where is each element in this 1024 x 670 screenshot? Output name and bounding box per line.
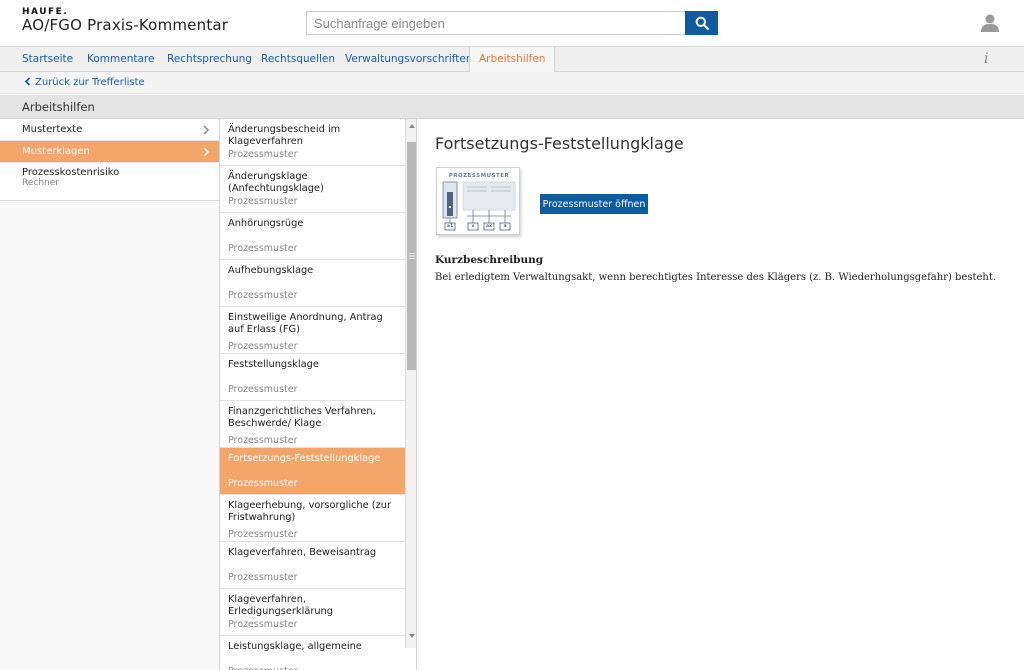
list-item-title: Klageverfahren, Beweisantrag xyxy=(228,547,377,558)
nav-rechtsprechung[interactable]: Rechtsprechung xyxy=(167,47,252,72)
chevron-right-icon xyxy=(203,147,210,157)
section-title: Arbeitshilfen xyxy=(22,100,95,114)
list-item[interactable]: Feststellungsklage Prozessmuster xyxy=(220,354,405,401)
user-icon[interactable] xyxy=(980,13,1000,33)
list-item-title: Feststellungsklage xyxy=(228,359,319,370)
list-item[interactable]: Aufhebungsklage Prozessmuster xyxy=(220,260,405,307)
list-item-type: Prozessmuster xyxy=(228,341,298,352)
chevron-left-icon xyxy=(24,77,31,86)
document-title: Fortsetzungs-Feststellungklage xyxy=(435,134,684,153)
summary-heading: Kurzbeschreibung xyxy=(435,254,544,266)
list-item-type: Prozessmuster xyxy=(228,435,298,446)
search-button[interactable] xyxy=(685,11,718,35)
scroll-thumb[interactable] xyxy=(407,142,416,370)
main-navigation: Startseite Kommentare Rechtsprechung Rec… xyxy=(0,46,1024,72)
scroll-up-arrow-icon[interactable] xyxy=(406,121,417,131)
list-item-type: Prozessmuster xyxy=(228,619,298,630)
list-item-title: Änderungsbescheid im Klageverfahren xyxy=(228,124,341,147)
nav-rechtsquellen[interactable]: Rechtsquellen xyxy=(261,47,335,72)
search-input[interactable] xyxy=(306,11,686,35)
back-link-label: Zurück zur Trefferliste xyxy=(35,77,145,88)
list-item[interactable]: Einstweilige Anordnung, Antrag auf Erlas… xyxy=(220,307,405,354)
document-list: Änderungsbescheid im Klageverfahren Proz… xyxy=(219,119,417,670)
category-mustertexte[interactable]: Mustertexte xyxy=(0,119,219,141)
nav-arbeitshilfen[interactable]: Arbeitshilfen xyxy=(469,47,556,72)
list-item[interactable]: Klageverfahren, Beweisantrag Prozessmust… xyxy=(220,542,405,589)
document-detail: Fortsetzungs-Feststellungklage PROZESSMU… xyxy=(418,119,1024,670)
thumb-box-label: ax xyxy=(486,224,492,229)
list-item[interactable]: Änderungsbescheid im Klageverfahren Proz… xyxy=(220,119,405,166)
document-thumbnail[interactable]: PROZESSMUSTER a1 x ax a xyxy=(436,167,520,235)
nav-kommentare[interactable]: Kommentare xyxy=(87,47,154,72)
list-item[interactable]: Klageverfahren, Erledigungserklärung Pro… xyxy=(220,589,405,636)
search-bar xyxy=(306,11,718,35)
list-item[interactable]: Finanzgerichtliches Verfahren, Beschwerd… xyxy=(220,401,405,448)
list-item-type: Prozessmuster xyxy=(228,572,298,583)
category-label: Mustertexte xyxy=(22,124,83,135)
list-item-type: Prozessmuster xyxy=(228,478,298,489)
list-item-type: Prozessmuster xyxy=(228,529,298,540)
thumb-box-label: a1 xyxy=(446,224,454,229)
app-header: HAUFE. AO/FGO Praxis-Kommentar xyxy=(0,0,1024,46)
list-item[interactable]: Leistungsklage, allgemeine Prozessmuster xyxy=(220,636,405,670)
grip-icon xyxy=(409,253,415,259)
list-item-title: Einstweilige Anordnung, Antrag auf Erlas… xyxy=(228,312,383,335)
category-menu: Mustertexte Musterklagen Prozesskostenri… xyxy=(0,119,219,670)
list-item-type: Prozessmuster xyxy=(228,384,298,395)
section-header: Arbeitshilfen xyxy=(0,95,1024,119)
list-item-title: Leistungsklage, allgemeine xyxy=(228,641,362,652)
list-item-title: Anhörungsrüge xyxy=(228,218,304,229)
category-label: Musterklagen xyxy=(22,146,90,157)
list-item[interactable]: Änderungsklage (Anfechtungsklage) Prozes… xyxy=(220,166,405,213)
nav-startseite[interactable]: Startseite xyxy=(22,47,73,72)
list-scrollbar[interactable] xyxy=(405,119,417,648)
thumb-box-label: a xyxy=(503,224,507,229)
list-item-type: Prozessmuster xyxy=(228,149,298,160)
open-template-button[interactable]: Prozessmuster öffnen xyxy=(540,194,648,214)
search-icon xyxy=(695,16,709,30)
chevron-right-icon xyxy=(203,125,210,135)
list-item-title: Klageverfahren, Erledigungserklärung xyxy=(228,594,333,617)
summary-text: Bei erledigtem Verwaltungsakt, wenn bere… xyxy=(435,272,997,283)
list-item[interactable]: Klageerhebung, vorsorgliche (zur Fristwa… xyxy=(220,495,405,542)
category-musterklagen[interactable]: Musterklagen xyxy=(0,141,219,163)
scroll-down-arrow-icon[interactable] xyxy=(406,631,417,641)
info-icon[interactable]: i xyxy=(984,51,988,67)
list-item-type: Prozessmuster xyxy=(228,196,298,207)
list-item-type: Prozessmuster xyxy=(228,290,298,301)
list-item-title: Klageerhebung, vorsorgliche (zur Fristwa… xyxy=(228,500,391,523)
nav-verwaltungsvorschriften[interactable]: Verwaltungsvorschriften xyxy=(345,47,472,72)
category-sublabel: Rechner xyxy=(22,178,59,188)
list-item-title: Fortsetzungs-Feststellungklage xyxy=(228,453,381,464)
list-item-type: Prozessmuster xyxy=(228,243,298,254)
list-item-title: Finanzgerichtliches Verfahren, Beschwerd… xyxy=(228,406,376,429)
list-item-title: Änderungsklage (Anfechtungsklage) xyxy=(228,171,324,194)
list-item[interactable]: Anhörungsrüge Prozessmuster xyxy=(220,213,405,260)
category-prozesskostenrisiko[interactable]: Prozesskostenrisiko Rechner xyxy=(0,163,219,201)
back-to-results-link[interactable]: Zurück zur Trefferliste xyxy=(24,72,145,94)
list-item-selected[interactable]: Fortsetzungs-Feststellungklage Prozessmu… xyxy=(220,448,405,495)
app-title[interactable]: AO/FGO Praxis-Kommentar xyxy=(22,16,228,34)
back-bar: Zurück zur Trefferliste xyxy=(0,72,1024,94)
list-item-title: Aufhebungsklage xyxy=(228,265,314,276)
thumb-box-label: x xyxy=(471,224,475,229)
list-item-type: Prozessmuster xyxy=(228,666,298,670)
